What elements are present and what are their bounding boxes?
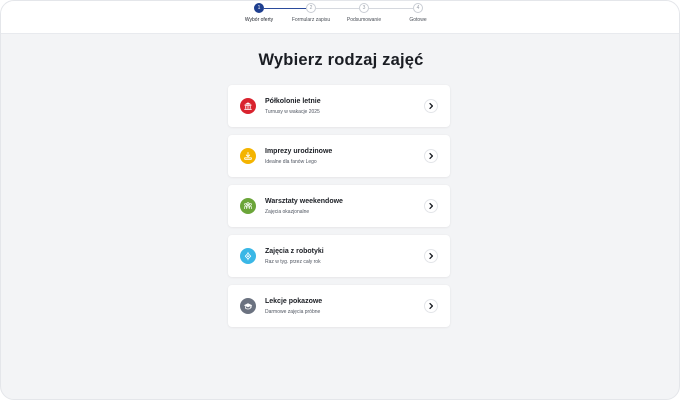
offer-subtitle: Idealne dla fanów Lego [265, 158, 317, 165]
building-icon [240, 98, 256, 114]
offer-subtitle: Darmowe zajęcia próbne [265, 308, 321, 315]
step-number: 1 [254, 3, 264, 13]
offer-title: Warsztaty weekendowe [265, 198, 343, 205]
offer-card-summer-camp[interactable]: Półkolonie letnie Turnusy w wakacje 2025 [228, 85, 450, 127]
graduation-cap-icon [240, 298, 256, 314]
chevron-right-icon[interactable] [424, 199, 438, 213]
offer-card-birthday-parties[interactable]: Imprezy urodzinowe Idealne dla fanów Leg… [228, 135, 450, 177]
offer-card-robotics[interactable]: Zajęcia z robotyki Raz w tyg. przez cały… [228, 235, 450, 277]
chevron-right-icon[interactable] [424, 299, 438, 313]
offer-subtitle: Zajęcia okazjonalne [265, 208, 310, 215]
step-number: 3 [359, 3, 369, 13]
gift-icon [240, 148, 256, 164]
offer-card-demo-lessons[interactable]: Lekcje pokazowe Darmowe zajęcia próbne [228, 285, 450, 327]
offer-card-weekend-workshops[interactable]: Warsztaty weekendowe Zajęcia okazjonalne [228, 185, 450, 227]
page-title: Wybierz rodzaj zajęć [258, 51, 424, 69]
chevron-right-icon[interactable] [424, 99, 438, 113]
offer-title: Półkolonie letnie [265, 98, 321, 105]
app-window: 1 Wybór oferty 2 Formularz zapisu 3 Pods… [0, 0, 680, 400]
offer-title: Lekcje pokazowe [265, 298, 323, 305]
chevron-right-icon[interactable] [424, 249, 438, 263]
progress-stepper: 1 Wybór oferty 2 Formularz zapisu 3 Pods… [1, 1, 679, 34]
step-number: 4 [413, 3, 423, 13]
step-label: Gotowe [409, 17, 427, 23]
offer-title: Zajęcia z robotyki [265, 248, 324, 255]
offer-subtitle: Turnusy w wakacje 2025 [265, 108, 320, 115]
chevron-right-icon[interactable] [424, 149, 438, 163]
stepper-header: 1 Wybór oferty 2 Formularz zapisu 3 Pods… [1, 1, 679, 34]
step-number: 2 [306, 3, 316, 13]
step-done: 4 Gotowe [378, 3, 458, 23]
offer-title: Imprezy urodzinowe [265, 148, 333, 155]
offer-subtitle: Raz w tyg. przez cały rok [265, 258, 321, 265]
robot-icon [240, 248, 256, 264]
group-icon [240, 198, 256, 214]
